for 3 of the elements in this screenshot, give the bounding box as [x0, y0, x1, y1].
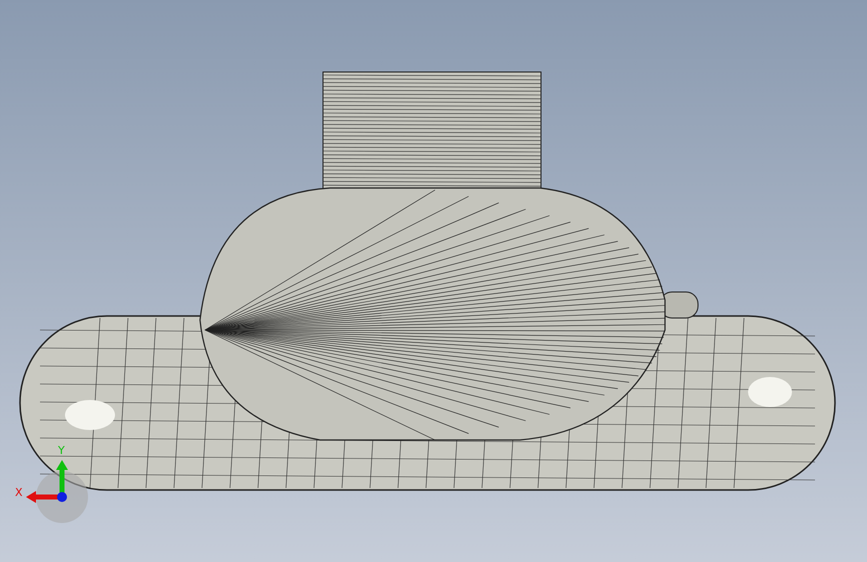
axis-label: X [15, 486, 23, 499]
axis-triad-drawing [26, 460, 88, 523]
axis-label: Y [58, 444, 65, 457]
